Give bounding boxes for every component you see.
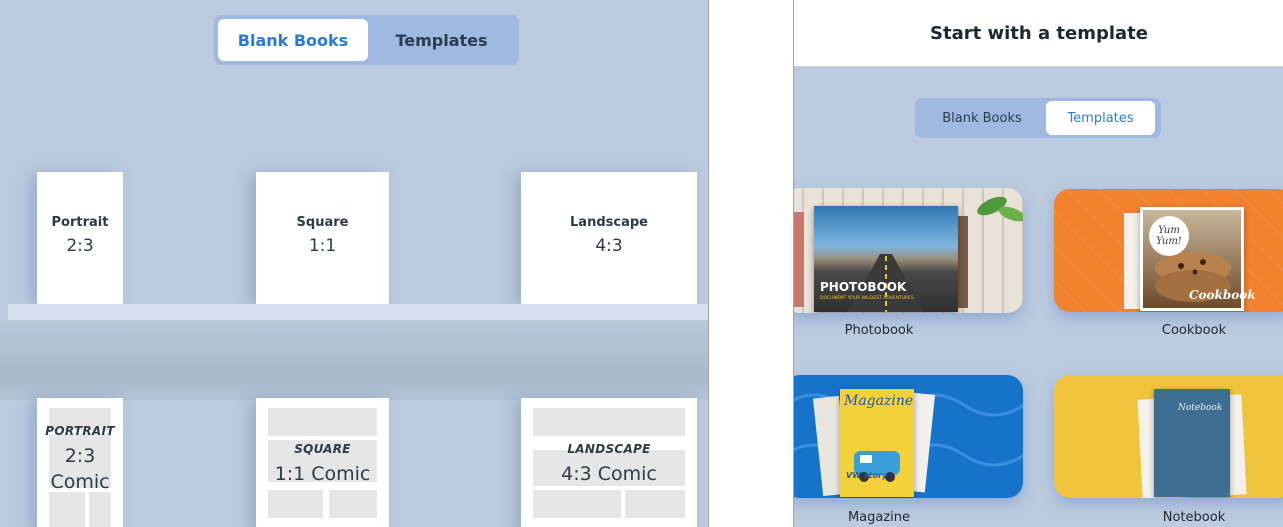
templates-panel: Start with a template Blank Books Templa… <box>793 0 1283 527</box>
template-card-notebook[interactable]: Notebook <box>1054 375 1283 498</box>
templates-tab[interactable]: Templates <box>1046 101 1155 135</box>
cover-subtitle: DOCUMENT YOUR WILDEST ADVENTURES <box>820 296 914 301</box>
book-square[interactable]: Square 1:1 <box>256 172 389 304</box>
book-title: Landscape <box>570 215 648 230</box>
blank-books-tab[interactable]: Blank Books <box>218 19 368 61</box>
book-ratio: 2:3 <box>66 236 94 256</box>
road-illustration <box>848 254 924 312</box>
cover-title: Yum Yum! <box>1149 216 1189 256</box>
comic-square[interactable]: SQUARE 1:1 Comic <box>256 398 389 527</box>
cover-subtitle: Cookbook <box>1189 288 1256 302</box>
blank-books-panel: Blank Books Templates Portrait 2:3 Squar… <box>0 0 709 527</box>
comic-ratio: 1:1 Comic <box>274 463 371 485</box>
cover-title: Notebook <box>1178 403 1223 413</box>
comic-ratio: 2:3 Comic <box>50 445 110 493</box>
book-ratio: 1:1 <box>308 236 337 256</box>
book-type-toggle: Blank Books Templates <box>214 15 519 65</box>
template-label-notebook: Notebook <box>1162 510 1226 525</box>
cover-title: Magazine <box>844 393 914 409</box>
book-landscape[interactable]: Landscape 4:3 <box>521 172 697 304</box>
book-title: Square <box>296 215 349 230</box>
blank-books-tab[interactable]: Blank Books <box>918 101 1046 135</box>
comic-ratio: 4:3 Comic <box>561 463 657 485</box>
template-card-photobook[interactable]: PHOTOBOOK DOCUMENT YOUR WILDEST ADVENTUR… <box>794 188 1023 313</box>
template-label-magazine: Magazine <box>847 510 911 525</box>
book-type-toggle: Blank Books Templates <box>915 98 1161 138</box>
comic-title: SQUARE <box>294 442 351 456</box>
shelf-shadow <box>0 320 708 400</box>
leaf-icon <box>962 188 1023 228</box>
template-label-cookbook: Cookbook <box>1161 323 1227 338</box>
page-title: Start with a template <box>794 0 1283 67</box>
comic-title: PORTRAIT <box>45 424 115 438</box>
template-label-photobook: Photobook <box>844 323 914 338</box>
book-portrait[interactable]: Portrait 2:3 <box>37 172 123 304</box>
van-illustration <box>854 451 900 482</box>
book-ratio: 4:3 <box>595 236 623 256</box>
template-card-cookbook[interactable]: Yum Yum! Cookbook <box>1054 189 1283 312</box>
template-card-magazine[interactable]: Magazine VW story <box>794 375 1023 498</box>
cover-title: PHOTOBOOK <box>820 280 907 294</box>
cover-subtitle: VW story <box>846 471 888 480</box>
comic-title: LANDSCAPE <box>567 442 651 456</box>
comic-landscape[interactable]: LANDSCAPE 4:3 Comic <box>521 398 697 527</box>
comic-portrait[interactable]: PORTRAIT 2:3 Comic <box>37 398 123 527</box>
templates-tab[interactable]: Templates <box>368 19 515 61</box>
book-title: Portrait <box>51 215 109 230</box>
